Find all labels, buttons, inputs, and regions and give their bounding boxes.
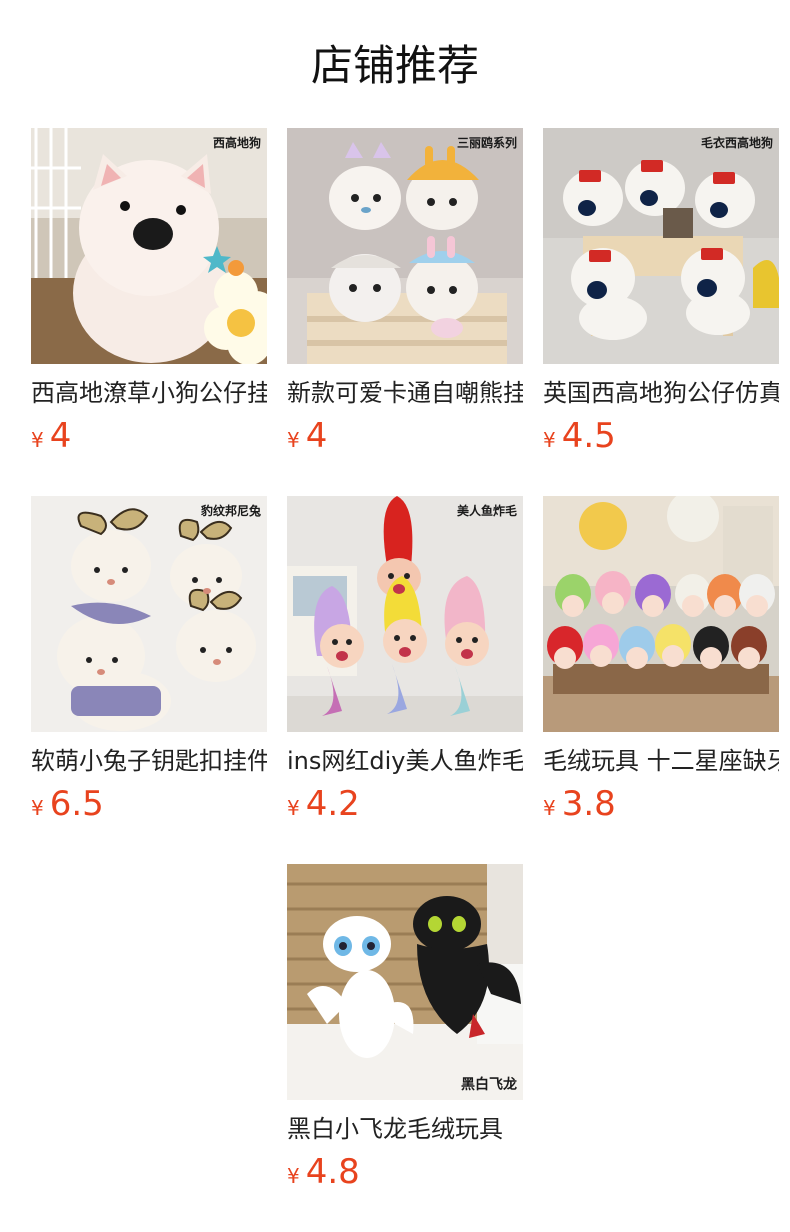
product-name[interactable]: 新款可爱卡通自嘲熊挂件 bbox=[287, 376, 523, 410]
product-card-2[interactable]: 三丽鸥系列 新款可爱卡通自嘲熊挂件 ¥4 bbox=[287, 128, 523, 458]
price-value: 3.8 bbox=[561, 784, 616, 824]
product-image[interactable]: 三丽鸥系列 bbox=[287, 128, 523, 364]
currency-symbol: ¥ bbox=[287, 796, 300, 820]
image-watermark: 豹纹邦尼兔 bbox=[200, 504, 261, 518]
product-card-5[interactable]: 美人鱼炸毛 ins网红diy美人鱼炸毛 ¥4.2 bbox=[287, 496, 523, 826]
currency-symbol: ¥ bbox=[31, 428, 44, 452]
product-name[interactable]: 黑白小飞龙毛绒玩具 bbox=[287, 1112, 523, 1146]
dragon-plush-image bbox=[287, 864, 523, 1100]
product-price: ¥3.8 bbox=[543, 784, 616, 826]
product-image[interactable]: 毛衣西高地狗 bbox=[543, 128, 779, 364]
currency-symbol: ¥ bbox=[287, 428, 300, 452]
leopard-bunny-plush-image bbox=[31, 496, 267, 732]
product-image[interactable] bbox=[543, 496, 779, 732]
currency-symbol: ¥ bbox=[543, 796, 556, 820]
currency-symbol: ¥ bbox=[287, 1164, 300, 1188]
image-watermark: 黑白飞龙 bbox=[461, 1077, 517, 1093]
price-value: 4.2 bbox=[305, 784, 360, 824]
product-price: ¥4.2 bbox=[287, 784, 360, 826]
product-name[interactable]: 西高地潦草小狗公仔挂件 bbox=[31, 376, 267, 410]
section-title: 店铺推荐 bbox=[310, 41, 479, 90]
product-price: ¥4 bbox=[31, 416, 71, 458]
product-image[interactable]: 黑白飞龙 bbox=[287, 864, 523, 1100]
price-value: 4.8 bbox=[305, 1152, 360, 1192]
sweater-westie-plush-image bbox=[543, 128, 779, 364]
product-price: ¥4 bbox=[287, 416, 327, 458]
mermaid-troll-plush-image bbox=[287, 496, 523, 732]
product-card-1[interactable]: 西高地狗 西高地潦草小狗公仔挂件 ¥4 bbox=[31, 128, 267, 458]
image-watermark: 美人鱼炸毛 bbox=[456, 504, 517, 518]
zodiac-doll-plush-image bbox=[543, 496, 779, 732]
image-watermark: 毛衣西高地狗 bbox=[700, 136, 773, 150]
product-price: ¥4.8 bbox=[287, 1152, 360, 1194]
product-image[interactable]: 豹纹邦尼兔 bbox=[31, 496, 267, 732]
price-value: 6.5 bbox=[49, 784, 104, 824]
product-card-7[interactable]: 黑白飞龙 黑白小飞龙毛绒玩具 ¥4.8 bbox=[287, 864, 523, 1194]
product-price: ¥4.5 bbox=[543, 416, 616, 458]
product-name[interactable]: 软萌小兔子钥匙扣挂件 bbox=[31, 744, 267, 778]
cartoon-bear-plush-image bbox=[287, 128, 523, 364]
price-value: 4 bbox=[49, 416, 72, 456]
currency-symbol: ¥ bbox=[543, 428, 556, 452]
image-watermark: 三丽鸥系列 bbox=[456, 136, 517, 150]
currency-symbol: ¥ bbox=[31, 796, 44, 820]
westie-plush-image bbox=[31, 128, 267, 364]
product-name[interactable]: 毛绒玩具 十二星座缺牙 bbox=[543, 744, 779, 778]
price-value: 4.5 bbox=[561, 416, 616, 456]
image-watermark: 西高地狗 bbox=[212, 136, 261, 150]
product-card-6[interactable]: 毛绒玩具 十二星座缺牙 ¥3.8 bbox=[543, 496, 779, 826]
product-image[interactable]: 美人鱼炸毛 bbox=[287, 496, 523, 732]
product-price: ¥6.5 bbox=[31, 784, 104, 826]
product-name[interactable]: 英国西高地狗公仔仿真 bbox=[543, 376, 779, 410]
product-card-4[interactable]: 豹纹邦尼兔 软萌小兔子钥匙扣挂件 ¥6.5 bbox=[31, 496, 267, 826]
product-card-3[interactable]: 毛衣西高地狗 英国西高地狗公仔仿真 ¥4.5 bbox=[543, 128, 779, 458]
product-image[interactable]: 西高地狗 bbox=[31, 128, 267, 364]
price-value: 4 bbox=[305, 416, 328, 456]
product-name[interactable]: ins网红diy美人鱼炸毛 bbox=[287, 744, 523, 778]
